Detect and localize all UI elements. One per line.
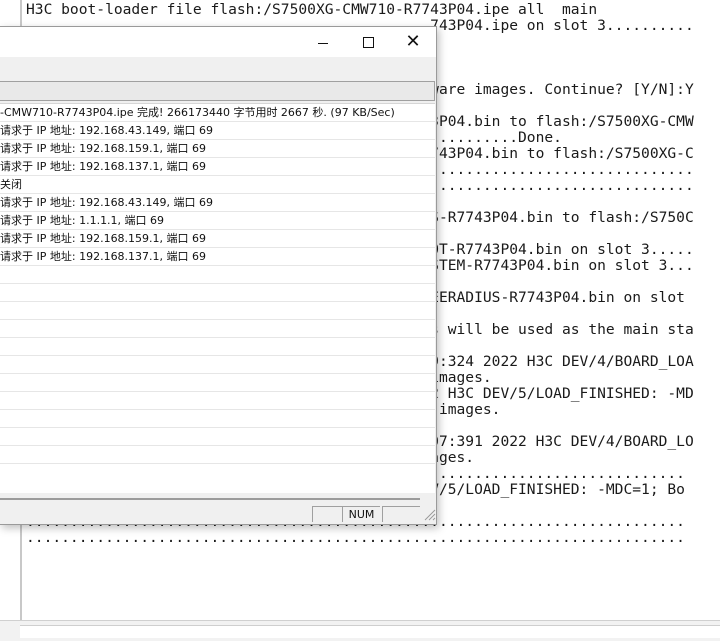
- window-client-area: [0, 57, 436, 81]
- log-row[interactable]: 请求于 IP 地址: 192.168.137.1, 端口 69: [0, 158, 435, 176]
- log-row-empty: [0, 338, 435, 356]
- status-pane-3: [382, 506, 420, 522]
- maximize-icon: [362, 36, 374, 48]
- log-row[interactable]: 请求于 IP 地址: 192.168.43.149, 端口 69: [0, 122, 435, 140]
- log-row-empty: [0, 356, 435, 374]
- log-row[interactable]: 请求于 IP 地址: 192.168.43.149, 端口 69: [0, 194, 435, 212]
- log-row-empty: [0, 320, 435, 338]
- log-row-empty: [0, 410, 435, 428]
- log-row-empty: [0, 374, 435, 392]
- tftp-server-window: ✕ -CMW710-R7743P04.ipe 完成! 266173440 字节用…: [0, 26, 437, 525]
- close-button[interactable]: ✕: [390, 27, 436, 57]
- terminal-line: ........................................…: [26, 529, 685, 546]
- resize-grip-icon[interactable]: [422, 507, 436, 521]
- minimize-button[interactable]: [300, 27, 346, 57]
- horizontal-scrollbar[interactable]: [0, 492, 420, 500]
- status-bar: NUM: [0, 503, 436, 524]
- close-icon: ✕: [405, 31, 421, 52]
- maximize-button[interactable]: [345, 27, 391, 57]
- log-row[interactable]: 请求于 IP 地址: 192.168.159.1, 端口 69: [0, 140, 435, 158]
- log-row-empty: [0, 302, 435, 320]
- terminal-bottom-bar: [0, 620, 720, 641]
- log-row[interactable]: 请求于 IP 地址: 192.168.159.1, 端口 69: [0, 230, 435, 248]
- toolbar-strip: [0, 81, 435, 101]
- status-num-indicator: NUM: [342, 506, 380, 522]
- transfer-log-list[interactable]: -CMW710-R7743P04.ipe 完成! 266173440 字节用时 …: [0, 103, 435, 493]
- terminal-command-input[interactable]: [20, 625, 720, 638]
- log-row[interactable]: 请求于 IP 地址: 192.168.137.1, 端口 69: [0, 248, 435, 266]
- status-pane-1: [312, 506, 342, 522]
- log-row-empty: [0, 392, 435, 410]
- log-row[interactable]: 关闭: [0, 176, 435, 194]
- minimize-icon: [318, 42, 328, 44]
- log-row-empty: [0, 266, 435, 284]
- log-row[interactable]: -CMW710-R7743P04.ipe 完成! 266173440 字节用时 …: [0, 104, 435, 122]
- window-titlebar[interactable]: ✕: [0, 27, 436, 57]
- terminal-line: H3C boot-loader file flash:/S7500XG-CMW7…: [26, 1, 598, 18]
- log-row-empty: [0, 446, 435, 464]
- log-row-empty: [0, 428, 435, 446]
- log-row[interactable]: 请求于 IP 地址: 1.1.1.1, 端口 69: [0, 212, 435, 230]
- log-row-empty: [0, 284, 435, 302]
